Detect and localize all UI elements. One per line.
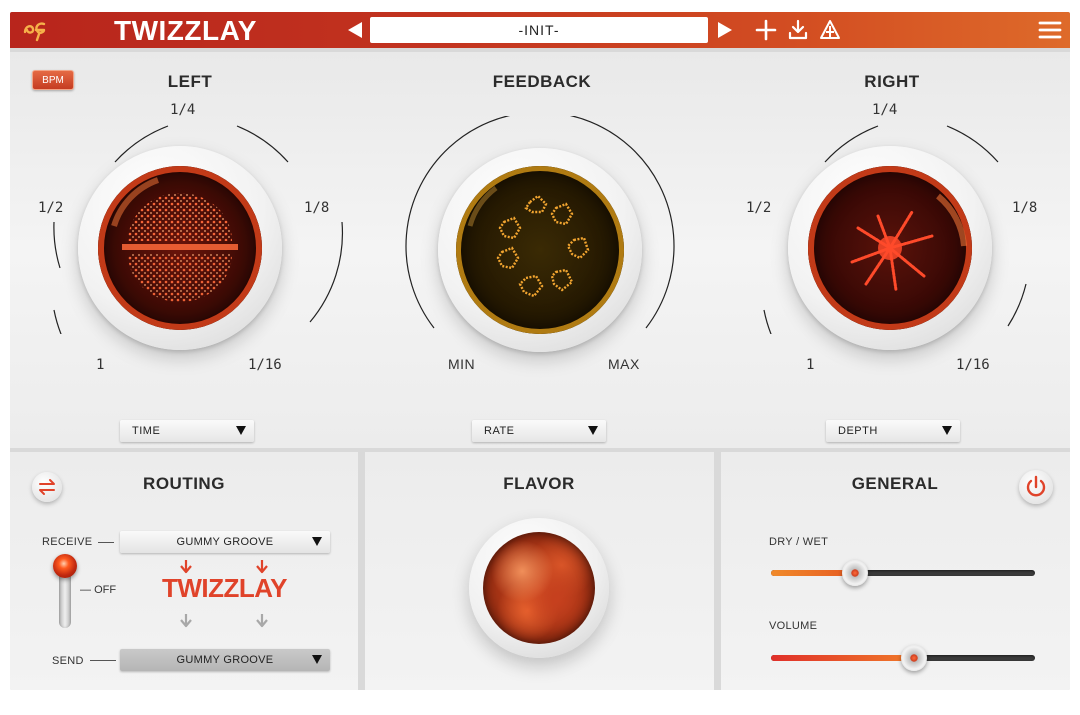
- flavor-title: FLAVOR: [503, 474, 575, 493]
- next-preset-icon[interactable]: [716, 21, 734, 39]
- routing-toggle-knob[interactable]: [53, 554, 77, 578]
- left-title: LEFT: [167, 72, 213, 91]
- preset-name-field[interactable]: -INIT-: [370, 17, 708, 43]
- left-tick-1: 1: [96, 357, 105, 373]
- receive-label: RECEIVE: [42, 536, 93, 548]
- bpm-button[interactable]: BPM: [32, 70, 74, 90]
- left-particles-visual: [111, 177, 238, 302]
- volume-label: VOLUME: [769, 620, 818, 632]
- right-mode-dropdown[interactable]: DEPTH: [826, 420, 960, 442]
- left-mode-dropdown[interactable]: TIME: [120, 420, 254, 442]
- ec-logo-icon[interactable]: [22, 18, 48, 42]
- chevron-down-icon: [942, 426, 952, 435]
- send-connector: [90, 660, 116, 661]
- left-tick-1-16: 1/16: [248, 357, 282, 373]
- feedback-title: FEEDBACK: [492, 72, 592, 91]
- chevron-down-icon: [312, 655, 322, 664]
- dry-wet-label: DRY / WET: [769, 536, 829, 548]
- receive-connector: [98, 542, 114, 543]
- volume-slider[interactable]: [771, 645, 1035, 671]
- right-title: RIGHT: [864, 72, 920, 91]
- general-title: GENERAL: [851, 474, 939, 493]
- header-bar: TWIZZLAY -INIT-: [10, 12, 1070, 48]
- download-icon[interactable]: [786, 18, 810, 42]
- top-panel: BPM LEFT 1/4 1/2 1/8 1 1/16 TIME FEEDBAC…: [10, 52, 1070, 448]
- right-tick-1: 1: [806, 357, 815, 373]
- send-arrows: [180, 614, 268, 628]
- swap-icon: [39, 479, 55, 495]
- power-icon: [1026, 475, 1046, 497]
- receive-value: GUMMY GROOVE: [176, 536, 274, 548]
- general-panel: GENERAL DRY / WET VOLUME: [721, 452, 1070, 690]
- toggle-off-label: — OFF: [80, 584, 117, 596]
- plugin-title: TWIZZLAY: [114, 15, 257, 46]
- chevron-down-icon: [588, 426, 598, 435]
- add-icon[interactable]: [754, 18, 778, 42]
- feedback-max-label: MAX: [608, 356, 640, 372]
- left-knob-display: [98, 166, 262, 330]
- right-mode-value: DEPTH: [838, 425, 878, 437]
- right-burst-visual: [850, 193, 967, 292]
- left-mode-value: TIME: [132, 425, 161, 437]
- send-label: SEND: [52, 655, 84, 667]
- feedback-min-label: MIN: [448, 356, 476, 372]
- menu-icon[interactable]: [1038, 18, 1062, 42]
- volume-fill: [771, 655, 914, 661]
- swap-button[interactable]: [32, 472, 62, 502]
- right-tick-1-16: 1/16: [956, 357, 990, 373]
- routing-panel: ROUTING RECEIVE GUMMY GROOVE TWIZZLAY — …: [10, 452, 358, 690]
- volume-thumb[interactable]: [901, 645, 927, 671]
- chevron-down-icon: [312, 537, 322, 546]
- chevron-down-icon: [236, 426, 246, 435]
- right-knob-display: [808, 166, 972, 330]
- prev-preset-icon[interactable]: [346, 21, 364, 39]
- toggle-off-text: OFF: [94, 584, 117, 596]
- flavor-panel: FLAVOR: [365, 452, 714, 690]
- feedback-knob-display: [456, 166, 624, 334]
- send-dropdown[interactable]: GUMMY GROOVE: [120, 649, 330, 671]
- routing-title: ROUTING: [143, 474, 225, 493]
- feedback-mode-dropdown[interactable]: RATE: [472, 420, 606, 442]
- dry-wet-slider[interactable]: [771, 560, 1035, 586]
- power-button[interactable]: [1019, 470, 1053, 504]
- receive-dropdown[interactable]: GUMMY GROOVE: [120, 531, 330, 553]
- randomize-icon[interactable]: [818, 18, 842, 42]
- routing-plugin-name: TWIZZLAY: [162, 573, 288, 603]
- plugin-window: TWIZZLAY -INIT- BPM LEFT 1/4 1/2 1/8 1 1…: [10, 12, 1070, 690]
- send-value: GUMMY GROOVE: [176, 654, 274, 666]
- feedback-stars-visual: [467, 186, 590, 298]
- feedback-mode-value: RATE: [484, 425, 515, 437]
- dry-wet-thumb[interactable]: [842, 560, 868, 586]
- flavor-knob[interactable]: [469, 518, 609, 658]
- flavor-knob-display: [483, 532, 595, 644]
